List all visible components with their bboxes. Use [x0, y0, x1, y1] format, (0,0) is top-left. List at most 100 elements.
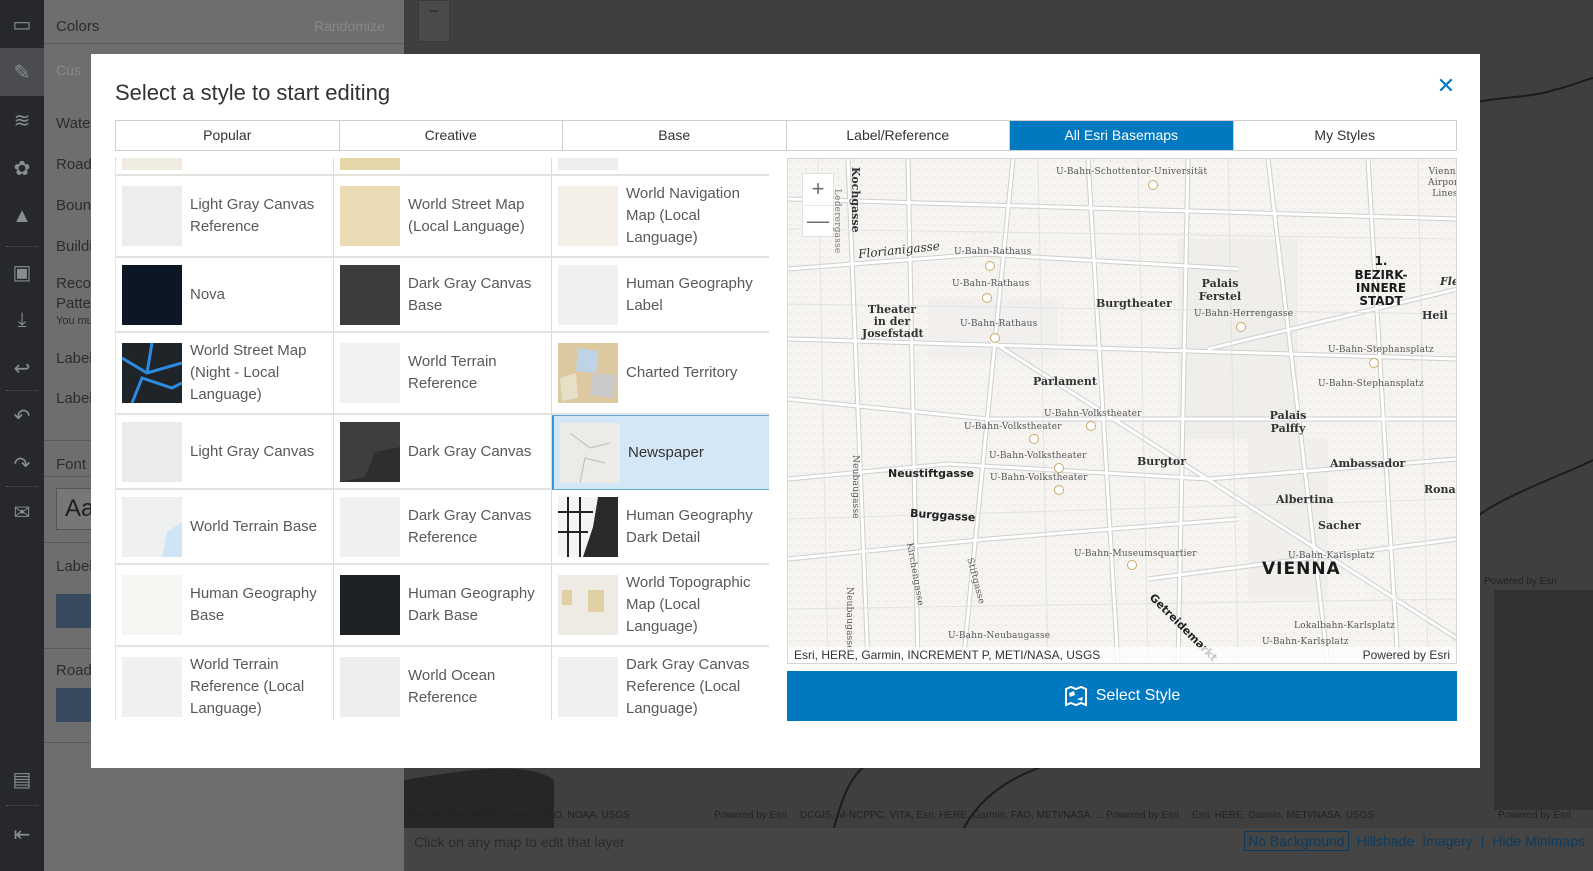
style-item-human-geography-base[interactable]: Human Geography Base: [116, 565, 334, 647]
map-label: U-Bahn-Rathaus: [952, 279, 1030, 289]
custom-input[interactable]: Cus: [56, 62, 81, 78]
preview-powered-by[interactable]: Powered by Esri: [1363, 648, 1450, 662]
map-label: Sacher: [1318, 519, 1361, 532]
style-item-dark-gray-canvas-reference-local[interactable]: Dark Gray Canvas Reference (Local Langua…: [552, 647, 769, 720]
map-label: Neustiftgasse: [888, 467, 974, 480]
style-preview-map[interactable]: + — Kochgasse Lederergasse Florianigasse…: [787, 158, 1457, 664]
hide-minimaps-link[interactable]: Hide Minimaps: [1492, 833, 1585, 849]
style-item-world-street-map-night[interactable]: World Street Map (Night - Local Language…: [116, 333, 334, 415]
map-label: Ambassador: [1330, 457, 1406, 470]
tab-label-reference[interactable]: Label/Reference: [786, 121, 1010, 150]
style-label: Newspaper: [628, 443, 704, 461]
print-icon[interactable]: ▤: [0, 755, 44, 803]
style-item-human-geography-dark-detail[interactable]: Human Geography Dark Detail: [552, 490, 769, 565]
style-item-human-geography-label[interactable]: Human Geography Label: [552, 258, 769, 333]
style-item[interactable]: [116, 158, 334, 176]
buildings-row[interactable]: Buildi: [56, 238, 93, 255]
no-background-option[interactable]: No Background: [1244, 831, 1349, 851]
folder-icon[interactable]: ▭: [0, 0, 44, 48]
style-item-light-gray-canvas-reference[interactable]: Light Gray Canvas Reference: [116, 176, 334, 258]
style-item-world-ocean-reference[interactable]: World Ocean Reference: [334, 647, 552, 720]
download-icon[interactable]: ⤓: [0, 296, 44, 344]
style-thumbnail: [122, 421, 182, 482]
label-row[interactable]: Label: [56, 390, 93, 407]
minimap-powered[interactable]: Powered by Esri: [1106, 810, 1179, 821]
style-item-world-topographic-map-local[interactable]: World Topographic Map (Local Language): [552, 565, 769, 647]
select-style-button[interactable]: Select Style: [787, 671, 1457, 721]
tab-my-styles[interactable]: My Styles: [1233, 121, 1456, 150]
map-label: Neubaugasse: [844, 587, 854, 651]
panel-note: You mu: [56, 315, 93, 327]
separator: |: [1480, 833, 1485, 849]
save-icon[interactable]: ▣: [0, 248, 44, 296]
imagery-option[interactable]: Imagery: [1422, 833, 1473, 849]
map-label: Palais Ferstel: [1198, 277, 1242, 303]
style-thumbnail: [558, 496, 618, 557]
style-list[interactable]: Light Gray Canvas Reference World Street…: [115, 158, 769, 720]
panel-header: Colors Randomize: [44, 0, 404, 44]
style-label: Light Gray Canvas Reference: [190, 196, 315, 235]
hillshade-option[interactable]: Hillshade: [1357, 833, 1415, 849]
minimap-powered[interactable]: Powered by Esri: [1498, 810, 1571, 821]
style-label: Human Geography Dark Detail: [626, 506, 753, 546]
tab-all-esri-basemaps[interactable]: All Esri Basemaps: [1010, 121, 1234, 150]
zoom-in-button[interactable]: +: [803, 174, 833, 205]
style-label: World Ocean Reference: [408, 667, 496, 706]
style-item-world-terrain-base[interactable]: World Terrain Base: [116, 490, 334, 565]
minimap-powered[interactable]: Powered by Esri: [714, 810, 787, 821]
style-label: Dark Gray Canvas: [408, 442, 532, 460]
style-item-charted-territory[interactable]: Charted Territory: [552, 333, 769, 415]
style-thumbnail: [340, 421, 400, 482]
subway-icon: [1029, 434, 1039, 444]
style-thumbnail: [558, 264, 618, 325]
style-item-world-street-map-local[interactable]: World Street Map (Local Language): [334, 176, 552, 258]
map-label: Burgtor: [1137, 455, 1186, 468]
map-label: U-Bahn-Schottentor-Universität: [1056, 167, 1208, 177]
label-row[interactable]: Label: [56, 350, 93, 367]
style-item-nova[interactable]: Nova: [116, 258, 334, 333]
exit-icon[interactable]: ⇤: [0, 810, 44, 858]
tab-base[interactable]: Base: [563, 121, 787, 150]
redo-icon[interactable]: ↷: [0, 440, 44, 488]
map-label: U-Bahn-Herrengasse: [1194, 309, 1294, 319]
style-item[interactable]: [334, 158, 552, 176]
undo-icon[interactable]: ↶: [0, 392, 44, 440]
close-icon[interactable]: ✕: [1434, 74, 1458, 98]
style-label: Human Geography Dark Base: [408, 585, 535, 624]
palette-icon[interactable]: ✿: [0, 144, 44, 192]
recolor-row[interactable]: Recol: [56, 275, 94, 292]
background-zoom-control[interactable]: −: [418, 0, 450, 42]
tab-creative[interactable]: Creative: [339, 121, 563, 150]
subway-icon: [1236, 322, 1246, 332]
zoom-out-button[interactable]: —: [803, 205, 833, 236]
style-label: Dark Gray Canvas Base: [408, 274, 532, 314]
share-icon[interactable]: ↩: [0, 344, 44, 392]
style-thumbnail: [560, 422, 620, 483]
style-item-world-terrain-reference[interactable]: World Terrain Reference: [334, 333, 552, 415]
map-style-icon[interactable]: ▲: [0, 192, 44, 240]
colors-heading: Colors: [56, 18, 100, 35]
font-heading: Font: [56, 456, 87, 473]
style-item-newspaper[interactable]: Newspaper: [552, 415, 769, 490]
select-style-label: Select Style: [1095, 687, 1181, 704]
style-thumbnail: [340, 496, 400, 557]
style-item-world-terrain-reference-local[interactable]: World Terrain Reference (Local Language): [116, 647, 334, 720]
style-label: World Street Map (Local Language): [408, 196, 525, 235]
pencil-icon[interactable]: ✎: [0, 48, 44, 96]
tab-popular[interactable]: Popular: [116, 121, 340, 150]
style-item-world-navigation-map-local[interactable]: World Navigation Map (Local Language): [552, 176, 769, 258]
style-thumbnail: [340, 158, 400, 170]
rail-divider: [6, 390, 38, 391]
layers-icon[interactable]: ≋: [0, 96, 44, 144]
style-item-human-geography-dark-base[interactable]: Human Geography Dark Base: [334, 565, 552, 647]
right-map-powered[interactable]: Powered by Esri: [1484, 576, 1557, 587]
water-row[interactable]: Water: [56, 115, 95, 132]
mail-icon[interactable]: ✉: [0, 488, 44, 536]
style-item-light-gray-canvas[interactable]: Light Gray Canvas: [116, 415, 334, 490]
style-thumbnail: [122, 186, 182, 246]
style-item-dark-gray-canvas-base[interactable]: Dark Gray Canvas Base: [334, 258, 552, 333]
style-item[interactable]: [552, 158, 769, 176]
style-item-dark-gray-canvas[interactable]: Dark Gray Canvas: [334, 415, 552, 490]
style-item-dark-gray-canvas-reference[interactable]: Dark Gray Canvas Reference: [334, 490, 552, 565]
randomize-button[interactable]: Randomize: [314, 18, 385, 34]
